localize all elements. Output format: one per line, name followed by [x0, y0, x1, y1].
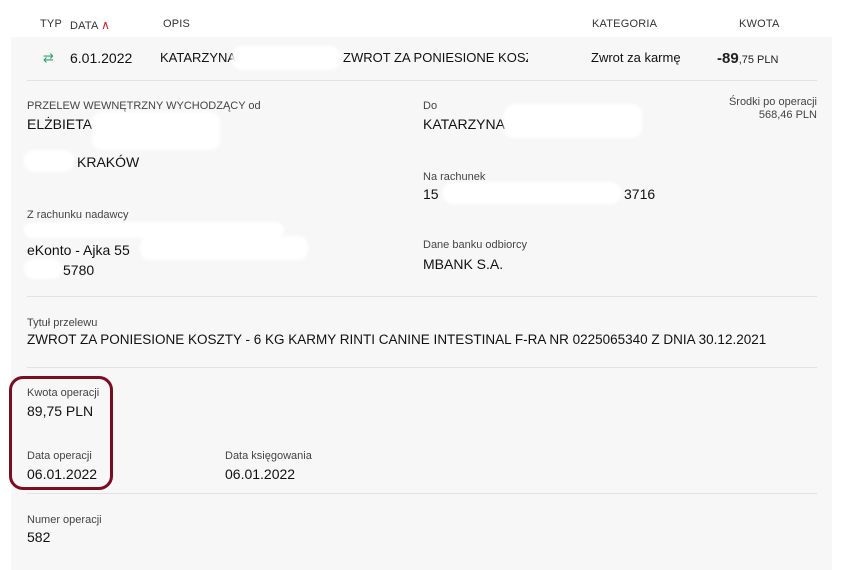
sender-city: KRAKÓW: [77, 154, 140, 170]
col-amount-header: KWOTA: [739, 18, 780, 30]
to-account-prefix: 15: [423, 186, 439, 202]
from-account-name: eKonto - Ajka 55: [27, 242, 130, 258]
col-date-label: DATA: [70, 20, 98, 32]
transfer-arrows-icon: ⇄: [43, 50, 54, 65]
amount-integer: -89: [717, 50, 739, 67]
divider: [27, 367, 817, 368]
bank-name: MBANK S.A.: [423, 256, 504, 272]
to-account-suffix: 3716: [624, 186, 656, 202]
title-label: Tytuł przelewu: [27, 317, 98, 329]
transaction-description: ZWROT ZA PONIESIONE KOSZTʸ: [343, 50, 528, 65]
sort-up-icon[interactable]: ∧: [101, 18, 110, 32]
col-type-header: TYP: [40, 18, 62, 30]
sender-label: PRZELEW WEWNĘTRZNY WYCHODZĄCY od: [27, 100, 261, 112]
transaction-category: Zwrot za karmę: [591, 50, 681, 65]
from-account-label: Z rachunku nadawcy: [27, 209, 129, 221]
title-value: ZWROT ZA PONIESIONE KOSZTY - 6 KG KARMY …: [27, 332, 767, 347]
col-desc-header: OPIS: [163, 18, 191, 30]
op-number-value: 582: [27, 529, 51, 545]
booking-date-value: 06.01.2022: [225, 466, 296, 482]
amount-decimal: ,75 PLN: [738, 54, 779, 66]
transaction-recipient: KATARZYNA: [160, 50, 237, 65]
to-name: KATARZYNA: [423, 116, 505, 132]
divider: [27, 296, 817, 297]
booking-date-label: Data księgowania: [225, 450, 312, 462]
divider: [27, 493, 817, 494]
funds-after-value: 568,46 PLN: [758, 109, 817, 121]
from-account-suffix: 5780: [63, 262, 95, 278]
funds-after-label: Środki po operacji: [728, 96, 817, 108]
col-category-header: KATEGORIA: [592, 18, 658, 30]
op-number-label: Numer operacji: [27, 514, 102, 526]
transaction-date: 6.01.2022: [70, 50, 133, 66]
highlight-box: [9, 376, 113, 490]
sender-name: ELŻBIETA: [27, 116, 93, 132]
bank-label: Dane banku odbiorcy: [423, 239, 527, 251]
col-date-header[interactable]: DATA ∧: [70, 18, 110, 32]
transaction-amount: -89,75 PLN: [717, 50, 778, 68]
to-label: Do: [423, 100, 438, 112]
divider: [27, 80, 817, 81]
